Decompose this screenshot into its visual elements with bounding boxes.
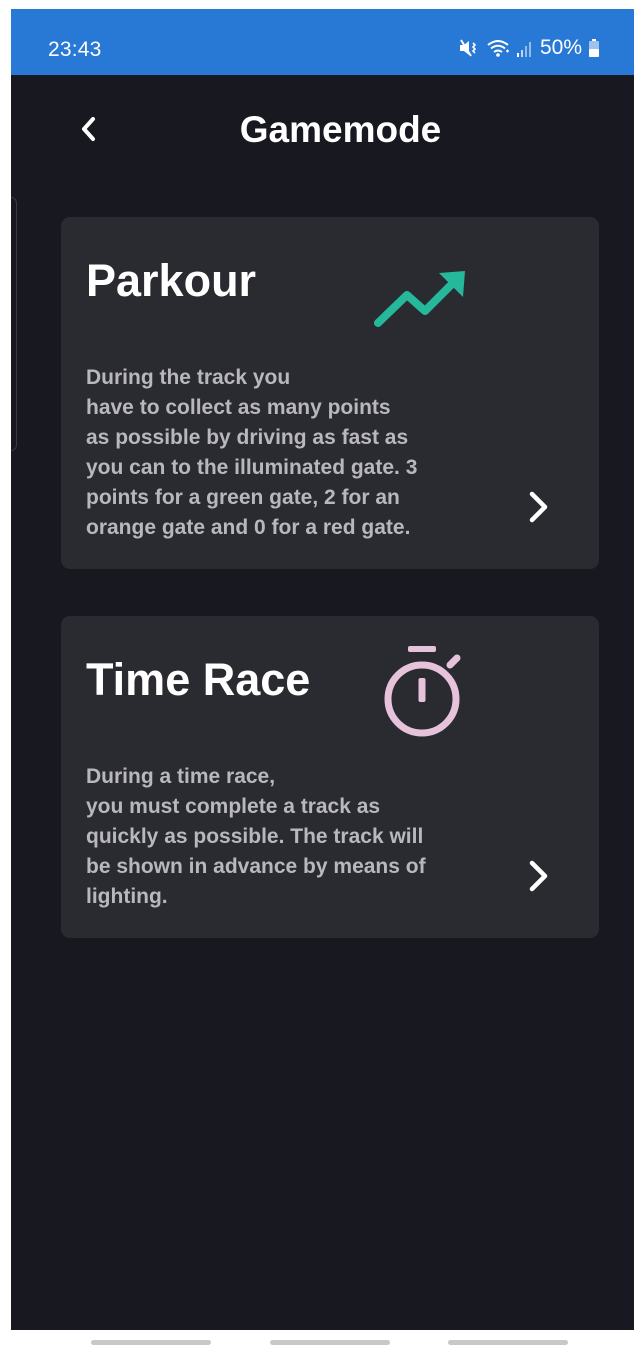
signal-icon	[516, 38, 534, 58]
chevron-right-icon[interactable]	[523, 856, 553, 896]
battery-percent: 50%	[539, 36, 582, 59]
nav-back[interactable]	[448, 1340, 568, 1345]
battery-icon	[588, 38, 600, 58]
wifi-icon	[486, 38, 510, 58]
mode-card-time-race[interactable]: Time Race During a time race, you must c…	[61, 616, 599, 938]
nav-home[interactable]	[270, 1340, 390, 1345]
trending-up-icon	[374, 271, 465, 327]
mode-description: During the track you have to collect as …	[86, 366, 418, 539]
nav-recents[interactable]	[91, 1340, 211, 1345]
page-title: Gamemode	[239, 109, 442, 150]
mode-description: During a time race, you must complete a …	[86, 765, 426, 908]
status-bar: 23:43 50%	[11, 9, 634, 75]
system-nav-bar	[11, 1330, 634, 1347]
mode-title: Parkour	[86, 255, 257, 306]
mode-title: Time Race	[86, 654, 311, 705]
mute-vibrate-icon	[458, 38, 480, 58]
mode-card-parkour[interactable]: Parkour During the track you have to col…	[61, 217, 599, 569]
edge-panel-handle[interactable]	[11, 197, 17, 451]
app-screen: 23:43 50% Gamemode Parkour During the tr…	[11, 9, 634, 1347]
status-time: 23:43	[48, 38, 102, 61]
header: Gamemode	[11, 75, 634, 185]
stopwatch-icon	[384, 646, 461, 737]
chevron-right-icon[interactable]	[523, 487, 553, 527]
status-icons: 50%	[458, 36, 600, 60]
